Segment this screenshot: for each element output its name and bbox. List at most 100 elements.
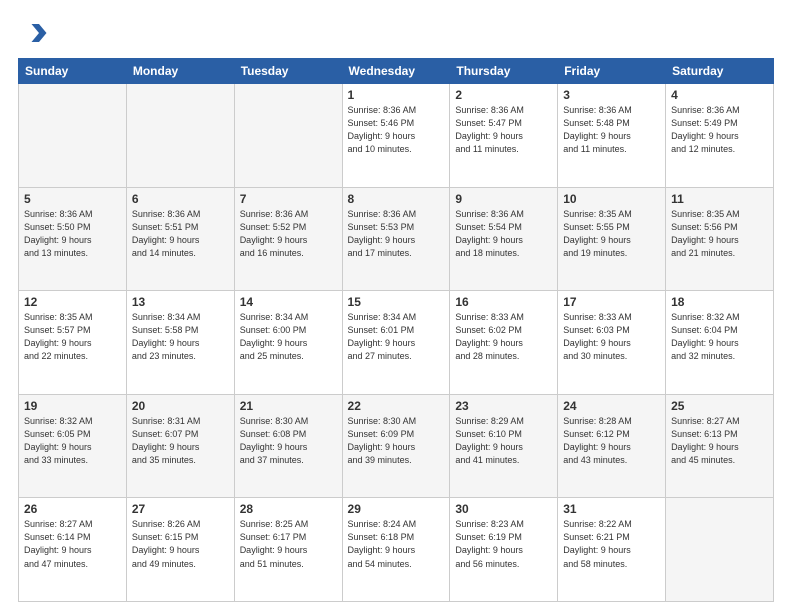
- day-number: 22: [348, 399, 445, 413]
- calendar-cell: [126, 84, 234, 188]
- day-info: Sunrise: 8:32 AM Sunset: 6:05 PM Dayligh…: [24, 415, 121, 467]
- day-info: Sunrise: 8:23 AM Sunset: 6:19 PM Dayligh…: [455, 518, 552, 570]
- weekday-header: Tuesday: [234, 59, 342, 84]
- day-info: Sunrise: 8:36 AM Sunset: 5:50 PM Dayligh…: [24, 208, 121, 260]
- day-info: Sunrise: 8:32 AM Sunset: 6:04 PM Dayligh…: [671, 311, 768, 363]
- calendar-cell: 30 Sunrise: 8:23 AM Sunset: 6:19 PM Dayli…: [450, 498, 558, 602]
- day-info: Sunrise: 8:35 AM Sunset: 5:57 PM Dayligh…: [24, 311, 121, 363]
- calendar-cell: 31 Sunrise: 8:22 AM Sunset: 6:21 PM Dayli…: [558, 498, 666, 602]
- calendar-cell: 29 Sunrise: 8:24 AM Sunset: 6:18 PM Dayli…: [342, 498, 450, 602]
- day-number: 30: [455, 502, 552, 516]
- day-info: Sunrise: 8:36 AM Sunset: 5:49 PM Dayligh…: [671, 104, 768, 156]
- calendar-cell: 8 Sunrise: 8:36 AM Sunset: 5:53 PM Daylig…: [342, 187, 450, 291]
- calendar-cell: 18 Sunrise: 8:32 AM Sunset: 6:04 PM Dayli…: [666, 291, 774, 395]
- calendar-cell: 12 Sunrise: 8:35 AM Sunset: 5:57 PM Dayli…: [19, 291, 127, 395]
- day-info: Sunrise: 8:36 AM Sunset: 5:53 PM Dayligh…: [348, 208, 445, 260]
- day-number: 5: [24, 192, 121, 206]
- day-number: 13: [132, 295, 229, 309]
- calendar-cell: 15 Sunrise: 8:34 AM Sunset: 6:01 PM Dayli…: [342, 291, 450, 395]
- calendar-cell: 11 Sunrise: 8:35 AM Sunset: 5:56 PM Dayli…: [666, 187, 774, 291]
- day-info: Sunrise: 8:35 AM Sunset: 5:55 PM Dayligh…: [563, 208, 660, 260]
- day-info: Sunrise: 8:28 AM Sunset: 6:12 PM Dayligh…: [563, 415, 660, 467]
- day-info: Sunrise: 8:27 AM Sunset: 6:14 PM Dayligh…: [24, 518, 121, 570]
- day-info: Sunrise: 8:35 AM Sunset: 5:56 PM Dayligh…: [671, 208, 768, 260]
- calendar-cell: 25 Sunrise: 8:27 AM Sunset: 6:13 PM Dayli…: [666, 394, 774, 498]
- day-number: 29: [348, 502, 445, 516]
- day-info: Sunrise: 8:34 AM Sunset: 5:58 PM Dayligh…: [132, 311, 229, 363]
- logo: [18, 18, 52, 48]
- day-info: Sunrise: 8:27 AM Sunset: 6:13 PM Dayligh…: [671, 415, 768, 467]
- day-info: Sunrise: 8:30 AM Sunset: 6:08 PM Dayligh…: [240, 415, 337, 467]
- calendar-cell: 9 Sunrise: 8:36 AM Sunset: 5:54 PM Daylig…: [450, 187, 558, 291]
- day-number: 12: [24, 295, 121, 309]
- weekday-header: Thursday: [450, 59, 558, 84]
- day-number: 26: [24, 502, 121, 516]
- day-info: Sunrise: 8:33 AM Sunset: 6:02 PM Dayligh…: [455, 311, 552, 363]
- day-info: Sunrise: 8:34 AM Sunset: 6:00 PM Dayligh…: [240, 311, 337, 363]
- day-number: 8: [348, 192, 445, 206]
- day-number: 6: [132, 192, 229, 206]
- calendar-cell: 14Sunrise: 8:34 AM Sunset: 6:00 PM Dayli…: [234, 291, 342, 395]
- day-number: 9: [455, 192, 552, 206]
- day-info: Sunrise: 8:36 AM Sunset: 5:51 PM Dayligh…: [132, 208, 229, 260]
- calendar-cell: 3 Sunrise: 8:36 AM Sunset: 5:48 PM Daylig…: [558, 84, 666, 188]
- day-number: 19: [24, 399, 121, 413]
- day-number: 18: [671, 295, 768, 309]
- day-number: 27: [132, 502, 229, 516]
- day-number: 1: [348, 88, 445, 102]
- day-number: 17: [563, 295, 660, 309]
- day-number: 4: [671, 88, 768, 102]
- header: [18, 18, 774, 48]
- calendar-cell: 22 Sunrise: 8:30 AM Sunset: 6:09 PM Dayli…: [342, 394, 450, 498]
- day-info: Sunrise: 8:36 AM Sunset: 5:54 PM Dayligh…: [455, 208, 552, 260]
- day-info: Sunrise: 8:22 AM Sunset: 6:21 PM Dayligh…: [563, 518, 660, 570]
- day-number: 23: [455, 399, 552, 413]
- calendar-cell: 4 Sunrise: 8:36 AM Sunset: 5:49 PM Daylig…: [666, 84, 774, 188]
- calendar-cell: 26 Sunrise: 8:27 AM Sunset: 6:14 PM Dayli…: [19, 498, 127, 602]
- day-info: Sunrise: 8:30 AM Sunset: 6:09 PM Dayligh…: [348, 415, 445, 467]
- day-number: 25: [671, 399, 768, 413]
- day-info: Sunrise: 8:33 AM Sunset: 6:03 PM Dayligh…: [563, 311, 660, 363]
- day-number: 20: [132, 399, 229, 413]
- day-info: Sunrise: 8:36 AM Sunset: 5:47 PM Dayligh…: [455, 104, 552, 156]
- day-number: 11: [671, 192, 768, 206]
- calendar-cell: [234, 84, 342, 188]
- calendar-cell: [666, 498, 774, 602]
- day-info: Sunrise: 8:36 AM Sunset: 5:52 PM Dayligh…: [240, 208, 337, 260]
- day-info: Sunrise: 8:24 AM Sunset: 6:18 PM Dayligh…: [348, 518, 445, 570]
- day-info: Sunrise: 8:36 AM Sunset: 5:48 PM Dayligh…: [563, 104, 660, 156]
- logo-icon: [18, 18, 48, 48]
- day-number: 15: [348, 295, 445, 309]
- weekday-header: Wednesday: [342, 59, 450, 84]
- calendar-cell: 13 Sunrise: 8:34 AM Sunset: 5:58 PM Dayli…: [126, 291, 234, 395]
- day-number: 24: [563, 399, 660, 413]
- calendar-cell: 7 Sunrise: 8:36 AM Sunset: 5:52 PM Daylig…: [234, 187, 342, 291]
- day-info: Sunrise: 8:31 AM Sunset: 6:07 PM Dayligh…: [132, 415, 229, 467]
- weekday-header: Sunday: [19, 59, 127, 84]
- calendar-cell: 23 Sunrise: 8:29 AM Sunset: 6:10 PM Dayli…: [450, 394, 558, 498]
- calendar-cell: 2 Sunrise: 8:36 AM Sunset: 5:47 PM Daylig…: [450, 84, 558, 188]
- day-info: Sunrise: 8:25 AM Sunset: 6:17 PM Dayligh…: [240, 518, 337, 570]
- calendar-cell: 5 Sunrise: 8:36 AM Sunset: 5:50 PM Daylig…: [19, 187, 127, 291]
- calendar-cell: 19 Sunrise: 8:32 AM Sunset: 6:05 PM Dayli…: [19, 394, 127, 498]
- day-number: 2: [455, 88, 552, 102]
- day-info: Sunrise: 8:36 AM Sunset: 5:46 PM Dayligh…: [348, 104, 445, 156]
- day-number: 10: [563, 192, 660, 206]
- day-number: 28: [240, 502, 337, 516]
- day-number: 31: [563, 502, 660, 516]
- calendar-cell: 6 Sunrise: 8:36 AM Sunset: 5:51 PM Daylig…: [126, 187, 234, 291]
- day-number: 3: [563, 88, 660, 102]
- calendar-cell: 10 Sunrise: 8:35 AM Sunset: 5:55 PM Dayli…: [558, 187, 666, 291]
- calendar-cell: 28 Sunrise: 8:25 AM Sunset: 6:17 PM Dayli…: [234, 498, 342, 602]
- weekday-header: Friday: [558, 59, 666, 84]
- day-info: Sunrise: 8:34 AM Sunset: 6:01 PM Dayligh…: [348, 311, 445, 363]
- calendar-cell: 17 Sunrise: 8:33 AM Sunset: 6:03 PM Dayli…: [558, 291, 666, 395]
- page: SundayMondayTuesdayWednesdayThursdayFrid…: [0, 0, 792, 612]
- day-info: Sunrise: 8:26 AM Sunset: 6:15 PM Dayligh…: [132, 518, 229, 570]
- day-number: 16: [455, 295, 552, 309]
- calendar-table: SundayMondayTuesdayWednesdayThursdayFrid…: [18, 58, 774, 602]
- calendar-cell: 27 Sunrise: 8:26 AM Sunset: 6:15 PM Dayli…: [126, 498, 234, 602]
- calendar-cell: 16 Sunrise: 8:33 AM Sunset: 6:02 PM Dayli…: [450, 291, 558, 395]
- day-number: 7: [240, 192, 337, 206]
- day-info: Sunrise: 8:29 AM Sunset: 6:10 PM Dayligh…: [455, 415, 552, 467]
